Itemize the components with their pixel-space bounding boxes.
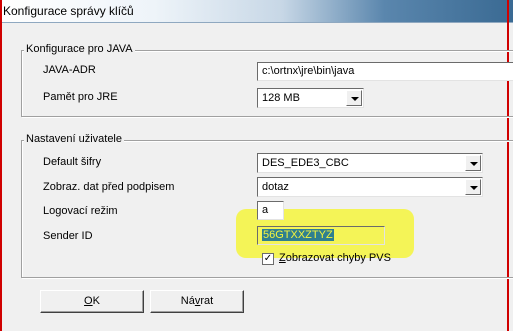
java-config-legend: Konfigurace pro JAVA [24, 43, 135, 55]
ok-mnemonic: O [84, 295, 93, 307]
cipher-select-value: DES_EDE3_CBC [262, 157, 349, 169]
ok-label: K [92, 295, 100, 307]
cipher-label: Default šifry [43, 156, 102, 168]
ok-button[interactable]: OK [40, 290, 144, 313]
display-before-sign-value: dotaz [262, 181, 289, 193]
log-mode-label: Logovací režim [43, 205, 118, 217]
java-adr-input[interactable]: c:\ortnx\jre\bin\java [257, 62, 513, 81]
show-errors-checkbox[interactable]: ✓ [262, 253, 274, 265]
sender-id-input[interactable]: 56GTXXZTYZ [257, 226, 385, 245]
show-errors-mnemonic: Z [279, 252, 286, 264]
memory-select-value: 128 MB [262, 92, 300, 104]
memory-select[interactable]: 128 MB [257, 88, 364, 108]
chevron-down-icon[interactable] [465, 155, 481, 171]
user-settings-legend: Nastavení uživatele [24, 133, 124, 145]
java-adr-label: JAVA-ADR [43, 64, 96, 76]
chevron-down-icon[interactable] [465, 179, 481, 195]
back-label-post: rat [200, 295, 214, 307]
sender-id-label: Sender ID [43, 230, 93, 242]
sender-id-value: 56GTXXZTYZ [262, 229, 334, 241]
show-errors-label[interactable]: Zobrazovat chyby PVS [279, 252, 391, 264]
log-mode-input[interactable]: a [257, 201, 284, 220]
back-label-pre: Ná [180, 295, 195, 307]
chevron-down-icon[interactable] [346, 90, 362, 106]
cipher-select[interactable]: DES_EDE3_CBC [257, 153, 483, 173]
back-button[interactable]: Návrat [150, 290, 244, 313]
show-errors-text: obrazovat chyby PVS [285, 252, 391, 264]
display-before-sign-select[interactable]: dotaz [257, 177, 483, 197]
display-before-sign-label: Zobraz. dat před podpisem [43, 181, 175, 193]
memory-label: Pamět pro JRE [43, 91, 118, 103]
